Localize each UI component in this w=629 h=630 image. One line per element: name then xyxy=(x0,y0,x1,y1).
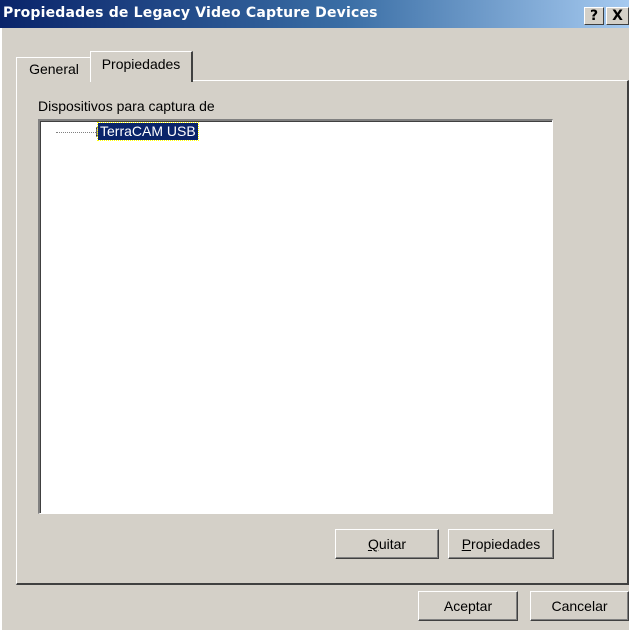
properties-accel: P xyxy=(461,536,472,552)
tab-propiedades[interactable]: Propiedades xyxy=(90,51,193,82)
help-button[interactable]: ? xyxy=(584,7,604,25)
close-button[interactable]: X xyxy=(606,7,629,25)
tree-connector-line xyxy=(56,132,96,133)
properties-label-rest: ropiedades xyxy=(471,536,541,552)
remove-accel: Q xyxy=(367,536,379,552)
tab-general[interactable]: General xyxy=(16,57,92,81)
device-item-label: TerraCAM USB xyxy=(97,122,199,141)
properties-dialog: Propiedades de Legacy Video Capture Devi… xyxy=(0,0,629,630)
device-properties-button[interactable]: Propiedades xyxy=(448,529,554,559)
window-title: Propiedades de Legacy Video Capture Devi… xyxy=(3,5,378,21)
cancel-button[interactable]: Cancelar xyxy=(530,591,629,621)
close-icon: X xyxy=(612,8,623,24)
window-border xyxy=(0,28,2,630)
ok-button[interactable]: Aceptar xyxy=(418,591,518,621)
help-icon: ? xyxy=(589,8,599,24)
remove-label-rest: uitar xyxy=(378,536,407,552)
title-bar[interactable]: Propiedades de Legacy Video Capture Devi… xyxy=(0,0,629,28)
tab-propiedades-label: Propiedades xyxy=(101,56,181,72)
device-tree[interactable]: TerraCAM USB xyxy=(38,119,553,514)
remove-button[interactable]: Quitar xyxy=(335,529,439,559)
devices-label: Dispositivos para captura de xyxy=(38,98,215,114)
tab-general-label: General xyxy=(29,61,79,77)
